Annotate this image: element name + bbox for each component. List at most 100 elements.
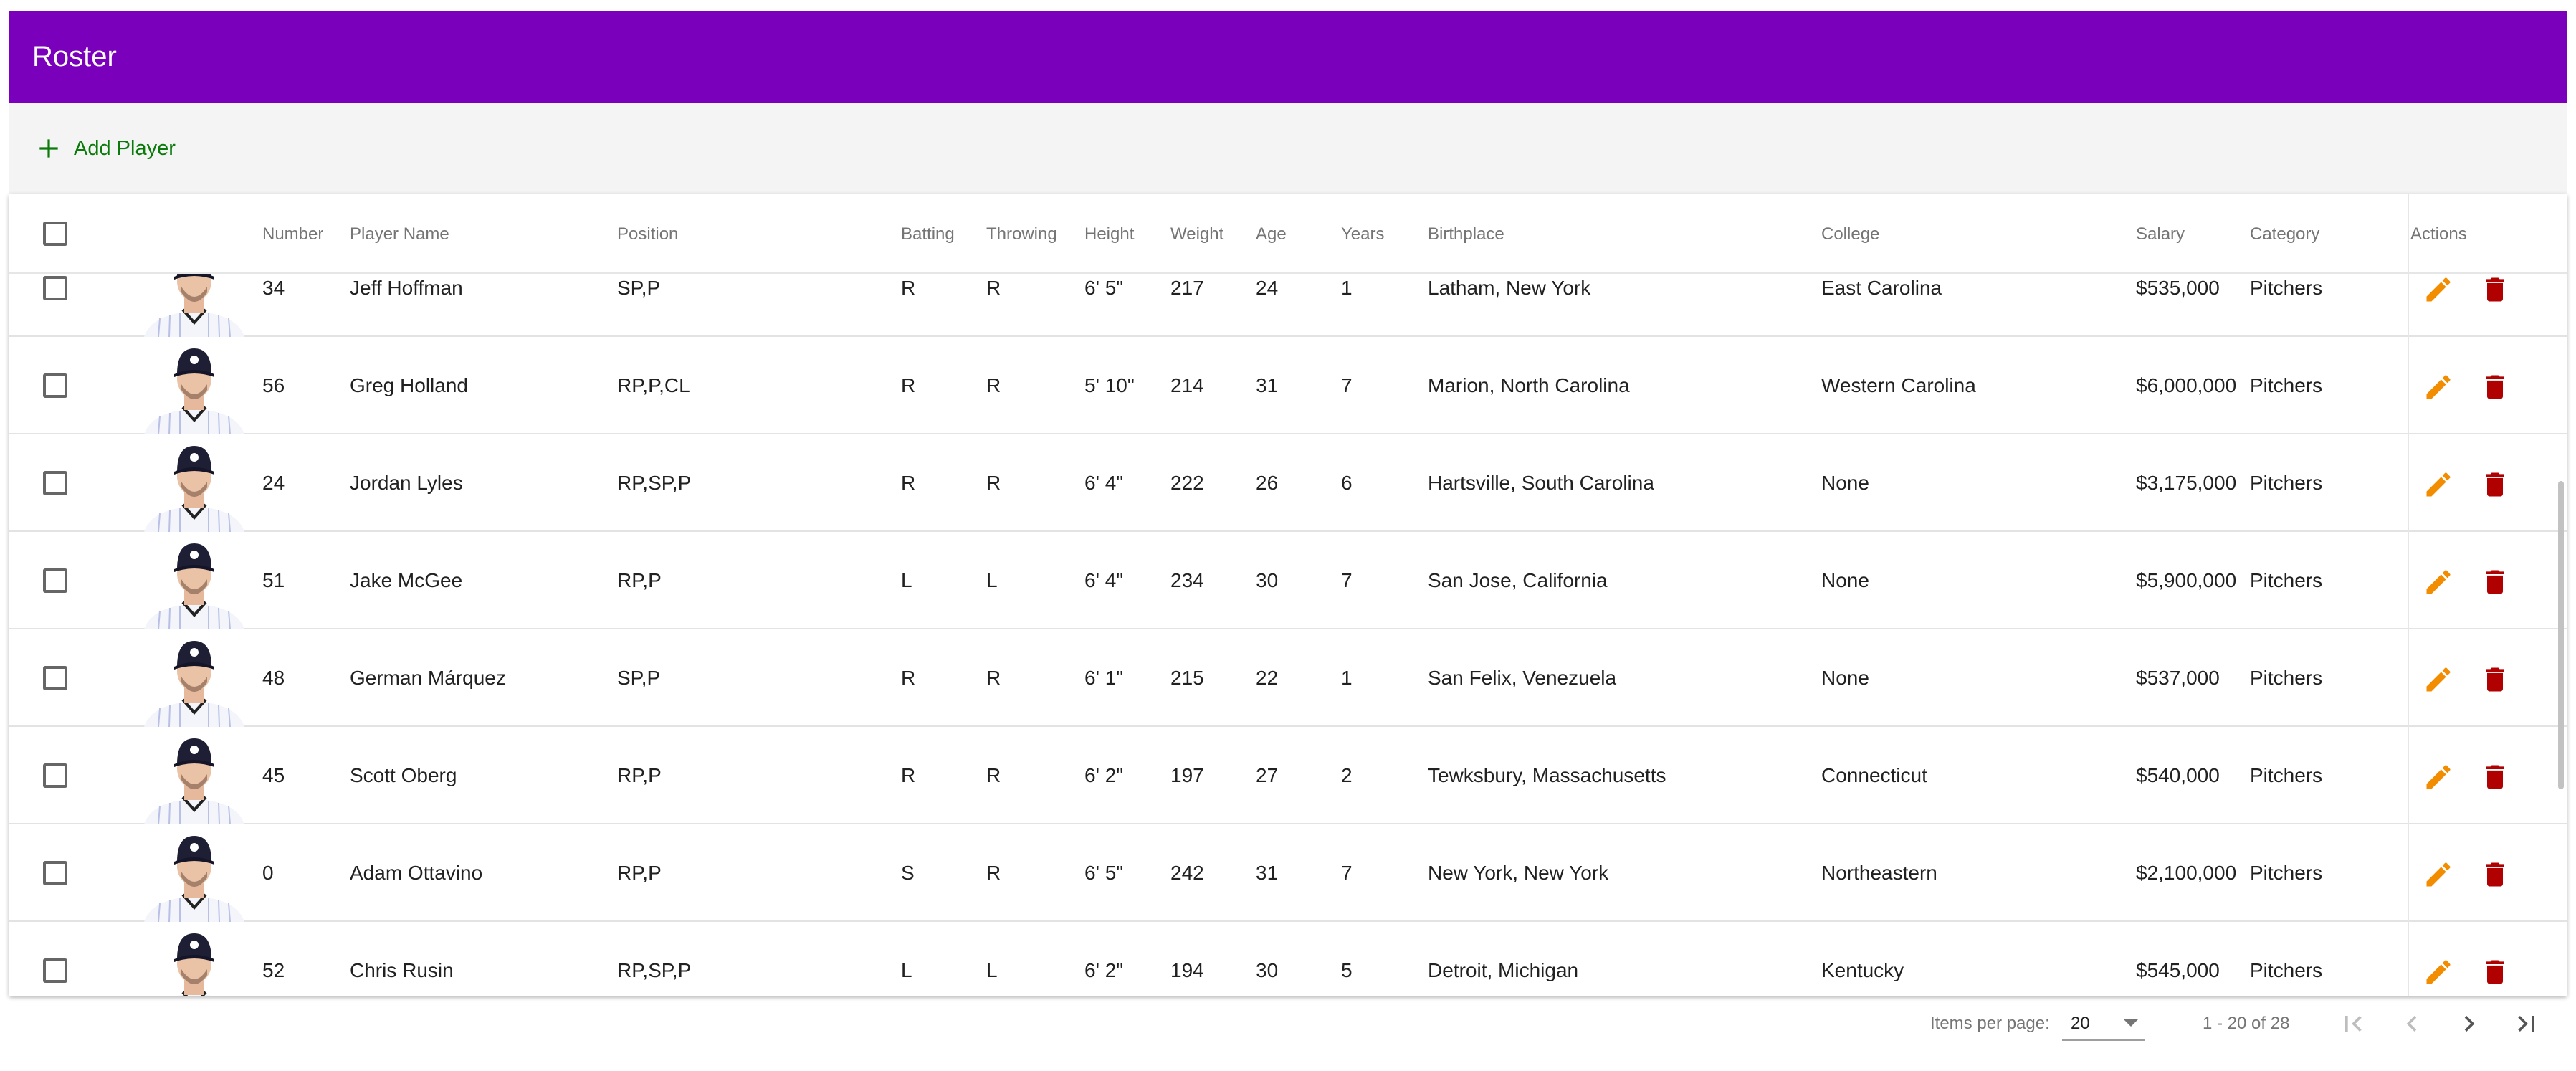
delete-button[interactable] [2479, 956, 2511, 988]
cell-throwing: R [986, 667, 1001, 689]
cell-batting: R [901, 472, 916, 494]
row-checkbox[interactable] [43, 276, 67, 300]
cell-category: Pitchers [2250, 374, 2323, 396]
cell-weight: 215 [1170, 667, 1204, 689]
row-checkbox[interactable] [43, 568, 67, 593]
table-row[interactable]: 45 Scott Oberg RP,P R R 6' 2" 197 27 2 Tewksbury,… [9, 727, 2567, 824]
header-category[interactable]: Category [2250, 194, 2319, 274]
header-position[interactable]: Position [617, 194, 678, 274]
cell-college: Northeastern [1821, 862, 1937, 884]
edit-button[interactable] [2423, 664, 2454, 695]
trash-icon [2486, 375, 2504, 399]
cell-category: Pitchers [2250, 959, 2323, 981]
header-age[interactable]: Age [1256, 194, 1287, 274]
pencil-icon [2426, 570, 2451, 594]
delete-button[interactable] [2479, 859, 2511, 890]
header-throwing[interactable]: Throwing [986, 194, 1057, 274]
header-batting[interactable]: Batting [901, 194, 955, 274]
delete-button[interactable] [2479, 664, 2511, 695]
row-checkbox[interactable] [43, 861, 67, 885]
header-salary[interactable]: Salary [2136, 194, 2185, 274]
table-header-row: Number Player Name Position Batting Thro… [9, 194, 2567, 274]
table-row[interactable]: 56 Greg Holland RP,P,CL R R 5' 10" 214 31 7 Mario… [9, 337, 2567, 434]
page-title: Roster [32, 40, 117, 72]
previous-page-button[interactable] [2396, 1008, 2428, 1039]
delete-button[interactable] [2479, 566, 2511, 598]
pencil-icon [2426, 862, 2451, 887]
cell-throwing: R [986, 764, 1001, 786]
delete-button[interactable] [2479, 274, 2511, 305]
cell-height: 6' 4" [1084, 472, 1124, 494]
cell-number: 45 [262, 764, 285, 786]
cell-salary: $6,000,000 [2136, 374, 2237, 396]
cell-throwing: R [986, 472, 1001, 494]
cell-weight: 197 [1170, 764, 1204, 786]
table-row[interactable]: 24 Jordan Lyles RP,SP,P R R 6' 4" 222 26 6 Hartsv… [9, 434, 2567, 532]
delete-button[interactable] [2479, 761, 2511, 793]
cell-number: 56 [262, 374, 285, 396]
pencil-icon [2426, 375, 2451, 399]
last-page-icon [2518, 1016, 2534, 1032]
row-checkbox[interactable] [43, 666, 67, 690]
cell-years: 5 [1341, 959, 1353, 981]
cell-number: 48 [262, 667, 285, 689]
next-page-button[interactable] [2453, 1008, 2485, 1039]
header-height[interactable]: Height [1084, 194, 1134, 274]
add-player-button[interactable]: Add Player [35, 135, 176, 162]
cell-salary: $537,000 [2136, 667, 2220, 689]
header-actions: Actions [2410, 224, 2467, 244]
row-checkbox[interactable] [43, 471, 67, 495]
cell-category: Pitchers [2250, 569, 2323, 591]
header-player-name[interactable]: Player Name [350, 194, 449, 274]
cell-salary: $540,000 [2136, 764, 2220, 786]
edit-button[interactable] [2423, 566, 2454, 598]
trash-icon [2486, 472, 2504, 497]
row-checkbox[interactable] [43, 373, 67, 398]
cell-college: Western Carolina [1821, 374, 1976, 396]
cell-height: 6' 4" [1084, 569, 1124, 591]
header-college[interactable]: College [1821, 194, 1879, 274]
cell-salary: $545,000 [2136, 959, 2220, 981]
edit-button[interactable] [2423, 859, 2454, 890]
page-size-select[interactable]: 20 [2062, 1004, 2145, 1041]
chevron-left-icon [2406, 1016, 2417, 1032]
last-page-button[interactable] [2511, 1008, 2542, 1039]
header-years[interactable]: Years [1341, 194, 1385, 274]
delete-button[interactable] [2479, 469, 2511, 500]
edit-button[interactable] [2423, 371, 2454, 403]
cell-birthplace: Tewksbury, Massachusetts [1428, 764, 1666, 786]
header-weight[interactable]: Weight [1170, 194, 1223, 274]
cell-college: Connecticut [1821, 764, 1927, 786]
cell-years: 7 [1341, 569, 1353, 591]
header-birthplace[interactable]: Birthplace [1428, 194, 1504, 274]
row-checkbox[interactable] [43, 763, 67, 788]
vertical-scrollbar[interactable] [2558, 481, 2564, 789]
plus-icon [39, 139, 58, 158]
cell-age: 31 [1256, 862, 1279, 884]
cell-years: 2 [1341, 764, 1353, 786]
edit-button[interactable] [2423, 956, 2454, 988]
cell-birthplace: Hartsville, South Carolina [1428, 472, 1654, 494]
cell-birthplace: San Felix, Venezuela [1428, 667, 1617, 689]
table-row[interactable]: 34 Jeff Hoffman SP,P R R 6' 5" 217 24 1 Latham, N… [9, 274, 2567, 337]
cell-player-name: Jordan Lyles [350, 472, 463, 494]
row-checkbox[interactable] [43, 958, 67, 983]
table-row[interactable]: 48 German Márquez SP,P R R 6' 1" 215 22 1 San Fel… [9, 629, 2567, 727]
cell-batting: R [901, 667, 916, 689]
edit-button[interactable] [2423, 469, 2454, 500]
cell-height: 6' 2" [1084, 959, 1124, 981]
cell-throwing: R [986, 374, 1001, 396]
delete-button[interactable] [2479, 371, 2511, 403]
edit-button[interactable] [2423, 761, 2454, 793]
first-page-button[interactable] [2337, 1008, 2369, 1039]
header-number[interactable]: Number [262, 194, 323, 274]
cell-player-name: Greg Holland [350, 374, 468, 396]
pencil-icon [2426, 667, 2451, 692]
edit-button[interactable] [2423, 274, 2454, 305]
table-row[interactable]: 0 Adam Ottavino RP,P S R 6' 5" 242 31 7 New York,… [9, 824, 2567, 922]
trash-icon [2486, 960, 2504, 984]
select-all-checkbox[interactable] [43, 222, 67, 246]
cell-weight: 234 [1170, 569, 1204, 591]
table-row[interactable]: 51 Jake McGee RP,P L L 6' 4" 234 30 7 San Jose, C… [9, 532, 2567, 629]
cell-weight: 242 [1170, 862, 1204, 884]
